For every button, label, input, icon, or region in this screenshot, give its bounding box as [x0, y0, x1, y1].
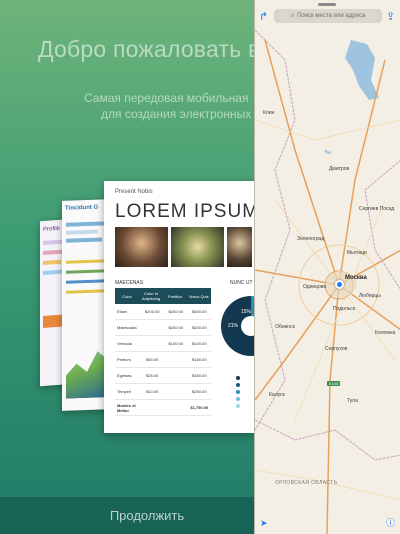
search-icon: ⌕: [290, 12, 295, 19]
table-row: Egestas $25.00 $350.00: [115, 368, 211, 384]
search-placeholder: Поиск места или адреса: [297, 13, 366, 19]
city-dmitrov[interactable]: Дмитров: [329, 166, 349, 172]
photo-strip: [115, 227, 252, 267]
template-card-front: Present Nobis LOREM IPSUM MAECENAS NUNC …: [104, 181, 254, 433]
table-row: Malesuada $200.00 $200.00: [115, 320, 211, 336]
area-chart-thumbnail: [66, 339, 108, 398]
mid-card-title: Tincidunt G: [65, 204, 99, 212]
city-zelenograd[interactable]: Зеленоград: [297, 236, 324, 242]
search-field[interactable]: ⌕ Поиск места или адреса: [274, 9, 382, 23]
city-lyubertsy[interactable]: Люберцы: [359, 293, 381, 299]
table-header-cell: Color: [122, 293, 132, 299]
welcome-screen: Добро пожаловать в Самая передовая мобил…: [0, 0, 254, 534]
welcome-subtitle-line2: для создания электронных: [101, 107, 252, 121]
table-row: Etiam $200.00 $200.00 $500.00: [115, 304, 211, 320]
welcome-subtitle-line1: Самая передовая мобильная: [84, 91, 249, 105]
donut-label: 21%: [228, 323, 239, 329]
photo-pizza: [171, 227, 224, 267]
table-header-row: Color Color et Adipiscing Porttitor Nisu…: [115, 288, 211, 304]
city-kaluga[interactable]: Калуга: [269, 392, 285, 398]
location-arrow-icon[interactable]: ➤: [260, 518, 268, 529]
city-serpukhov[interactable]: Серпухов: [325, 346, 347, 352]
back-card-label: Profile: [43, 225, 61, 233]
photo-restaurant: [115, 227, 168, 267]
drag-handle[interactable]: [318, 3, 336, 6]
info-icon[interactable]: ⓘ: [386, 516, 395, 529]
continue-button[interactable]: Продолжить: [110, 508, 184, 523]
region-label: ОРЛОВСКАЯ ОБЛАСТЬ: [275, 480, 338, 486]
table-row: Tempeir $10.00 $250.00: [115, 384, 211, 400]
city-odintsovo[interactable]: Одинцово: [303, 284, 326, 290]
photo-table: [227, 227, 252, 267]
donut-label: 15%: [241, 309, 252, 315]
current-location-dot[interactable]: [335, 280, 344, 289]
city-podolsk[interactable]: Подольск: [333, 306, 355, 312]
directions-icon[interactable]: ↱: [259, 10, 268, 23]
city-sergiev[interactable]: Сергиев Посад: [359, 206, 394, 212]
card-headline: LOREM IPSUM: [115, 201, 254, 222]
city-mytishchi[interactable]: Мытищи: [347, 250, 367, 256]
table-row: Vehicula $100.00 $100.00: [115, 336, 211, 352]
map-canvas[interactable]: [255, 0, 400, 534]
city-klin[interactable]: Клин: [263, 110, 274, 116]
map-toolbar: ↱ ⌕ Поиск места или адреса ⇪: [255, 7, 400, 27]
card-header: Present Nobis: [115, 189, 153, 195]
city-moskva[interactable]: Москва: [345, 275, 367, 281]
welcome-title: Добро пожаловать в: [38, 36, 254, 62]
maps-slide-over[interactable]: ↱ ⌕ Поиск места или адреса ⇪ Клин Дмитро…: [254, 0, 400, 534]
share-icon[interactable]: ⇪: [386, 10, 395, 23]
table-title: MAECENAS: [115, 280, 144, 286]
data-table: Color Color et Adipiscing Porttitor Nisu…: [115, 288, 211, 416]
table-header-cell: Color et Adipiscing: [141, 291, 161, 301]
table-header-cell: Nisus Quis: [189, 293, 209, 299]
table-row: Pretium $50.00 $150.00: [115, 352, 211, 368]
city-tula[interactable]: Тула: [347, 398, 358, 404]
table-row: Montes et Meltur $1,750.00: [115, 400, 211, 416]
continue-bar: Продолжить: [0, 497, 254, 534]
road-badge: E105: [327, 381, 341, 386]
city-kolomna[interactable]: Коломна: [375, 330, 395, 336]
chart-title: NUNC UT: [230, 280, 253, 286]
city-obninsk[interactable]: Обнинск: [275, 324, 295, 330]
table-header-cell: Porttitor: [167, 293, 182, 299]
